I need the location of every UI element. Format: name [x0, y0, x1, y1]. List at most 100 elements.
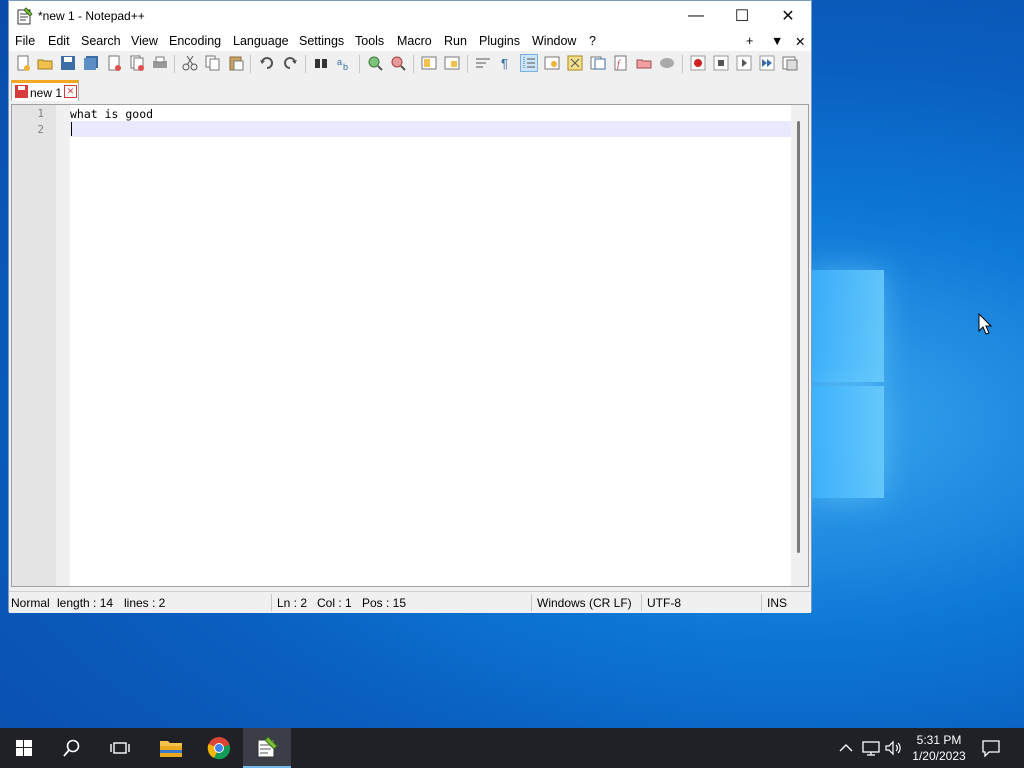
show-hidden-icons-chevron-icon[interactable] — [836, 738, 856, 758]
svg-text:¶: ¶ — [501, 56, 508, 71]
cut-icon[interactable] — [182, 55, 198, 71]
eye-monitor-icon[interactable] — [659, 55, 675, 71]
monitoring-icon[interactable] — [636, 55, 652, 71]
menu-bar: File Edit Search View Encoding Language … — [9, 31, 811, 51]
sync-horizontal-icon[interactable] — [444, 55, 460, 71]
line-number: 2 — [37, 123, 44, 136]
doc-map-icon[interactable] — [567, 55, 583, 71]
status-bar: Normal length : 14 lines : 2 Ln : 2 Col … — [9, 591, 811, 613]
code-line[interactable]: what is good — [70, 107, 153, 121]
tab-close-icon[interactable]: ✕ — [64, 85, 77, 98]
sync-vertical-icon[interactable] — [421, 55, 437, 71]
scrollbar-thumb[interactable] — [797, 121, 800, 553]
open-file-icon[interactable] — [37, 55, 53, 71]
menu-tools[interactable]: Tools — [355, 34, 384, 48]
replace-icon[interactable]: ab — [336, 55, 352, 72]
file-explorer-button[interactable] — [147, 728, 195, 768]
menu-search[interactable]: Search — [81, 34, 121, 48]
notepadpp-icon — [257, 736, 278, 758]
toolbar: ab ¶ f — [9, 51, 811, 77]
menu-help[interactable]: ? — [589, 34, 596, 48]
run-macro-multiple-icon[interactable] — [759, 55, 775, 71]
menu-view[interactable]: View — [131, 34, 158, 48]
status-mode: Normal — [11, 596, 50, 610]
notepadpp-app-icon — [17, 7, 33, 25]
status-pos: Pos : 15 — [362, 596, 407, 610]
close-document-icon[interactable]: ✕ — [795, 34, 805, 49]
close-button[interactable]: ✕ — [765, 1, 811, 31]
word-wrap-icon[interactable] — [475, 55, 491, 71]
chrome-icon — [207, 737, 230, 760]
volume-icon[interactable] — [884, 738, 904, 758]
function-list-icon[interactable] — [590, 55, 606, 71]
copy-icon[interactable] — [205, 55, 221, 71]
save-macro-icon[interactable] — [782, 55, 798, 71]
close-icon[interactable] — [106, 55, 122, 71]
svg-text:a: a — [337, 57, 342, 67]
fold-margin — [56, 105, 70, 586]
notepadpp-button[interactable] — [243, 728, 291, 768]
tab-label: new 1 — [30, 86, 63, 100]
indent-guide-icon[interactable] — [520, 54, 538, 72]
current-line-highlight — [70, 121, 792, 137]
line-number: 1 — [37, 107, 44, 120]
svg-text:b: b — [343, 62, 348, 71]
folder-icon — [160, 741, 182, 757]
status-encoding: UTF-8 — [647, 596, 681, 610]
folder-workspace-icon[interactable]: f — [613, 55, 629, 71]
notepadpp-window: *new 1 - Notepad++ — ☐ ✕ File Edit Searc… — [8, 0, 812, 613]
new-tab-plus-icon[interactable]: + — [746, 34, 753, 48]
print-icon[interactable] — [152, 55, 168, 71]
start-button[interactable] — [0, 728, 48, 768]
minimize-button[interactable]: — — [673, 1, 719, 31]
search-button[interactable] — [48, 728, 96, 768]
paste-icon[interactable] — [228, 55, 244, 71]
unsaved-file-icon — [15, 85, 28, 101]
maximize-button[interactable]: ☐ — [719, 1, 765, 31]
status-ln: Ln : 2 — [277, 596, 308, 610]
menu-language[interactable]: Language — [233, 34, 289, 48]
status-length: length : 14 — [57, 596, 114, 610]
editor-area[interactable]: 1 what is good 2 — [11, 104, 809, 587]
save-all-icon[interactable] — [83, 55, 99, 71]
udl-icon[interactable] — [544, 55, 560, 71]
action-center-notification-icon[interactable] — [981, 738, 1001, 758]
menu-macro[interactable]: Macro — [397, 34, 432, 48]
menu-edit[interactable]: Edit — [48, 34, 70, 48]
save-icon[interactable] — [60, 55, 76, 71]
network-icon[interactable] — [861, 738, 881, 758]
status-eol: Windows (CR LF) — [537, 596, 632, 610]
menu-plugins[interactable]: Plugins — [479, 34, 520, 48]
task-view-button[interactable] — [96, 728, 144, 768]
windows-logo-wallpaper — [812, 270, 884, 498]
title-bar[interactable]: *new 1 - Notepad++ — ☐ ✕ — [9, 1, 811, 31]
vertical-scrollbar[interactable] — [791, 105, 808, 586]
clock-time: 5:31 PM — [916, 733, 962, 747]
menu-settings[interactable]: Settings — [299, 34, 344, 48]
find-icon[interactable] — [313, 55, 329, 71]
show-all-chars-icon[interactable]: ¶ — [498, 55, 514, 71]
stop-record-icon[interactable] — [713, 55, 729, 71]
windows-start-icon — [16, 740, 32, 756]
menu-encoding[interactable]: Encoding — [169, 34, 221, 48]
record-macro-icon[interactable] — [690, 55, 706, 71]
play-macro-icon[interactable] — [736, 55, 752, 71]
menu-run[interactable]: Run — [444, 34, 467, 48]
tab-list-dropdown-icon[interactable]: ▼ — [771, 34, 783, 48]
zoom-in-icon[interactable] — [367, 55, 383, 71]
new-file-icon[interactable] — [15, 55, 31, 71]
chrome-button[interactable] — [195, 728, 243, 768]
undo-icon[interactable] — [259, 55, 275, 71]
text-caret — [71, 122, 72, 136]
redo-icon[interactable] — [282, 55, 298, 71]
menu-file[interactable]: File — [15, 34, 35, 48]
close-all-icon[interactable] — [129, 55, 145, 71]
task-view-icon — [110, 742, 130, 754]
clock-date: 1/20/2023 — [912, 749, 966, 763]
system-clock[interactable]: 5:31 PM 1/20/2023 — [904, 732, 974, 764]
status-ins: INS — [767, 596, 788, 610]
tab-new-1[interactable]: new 1 ✕ — [11, 80, 79, 101]
zoom-out-icon[interactable] — [390, 55, 406, 71]
menu-window[interactable]: Window — [532, 34, 576, 48]
tab-bar: new 1 ✕ — [9, 79, 811, 101]
